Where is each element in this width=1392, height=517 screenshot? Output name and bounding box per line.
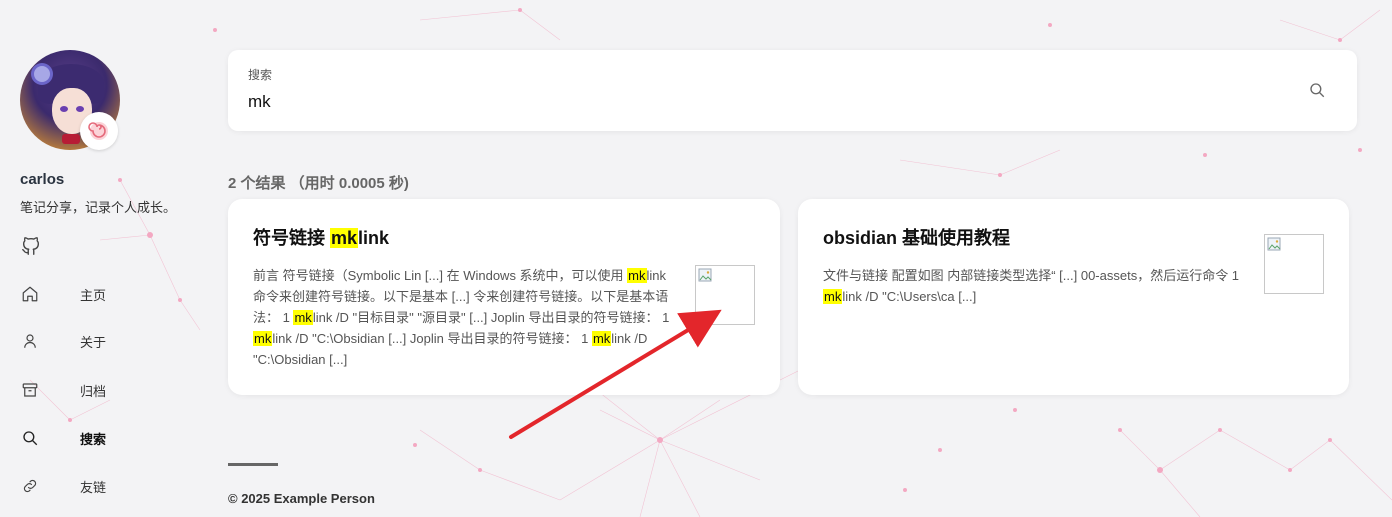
broken-image-icon <box>1267 237 1281 251</box>
nav-item-about[interactable]: 关于 <box>20 329 190 353</box>
highlight: mk <box>293 310 313 325</box>
nav-label: 关于 <box>80 334 107 350</box>
result-card[interactable]: obsidian 基础使用教程 文件与链接 配置如图 内部链接类型选择“ [..… <box>798 199 1349 395</box>
search-button[interactable] <box>1306 79 1328 101</box>
nav-item-search[interactable]: 搜索 <box>20 426 190 450</box>
search-icon <box>1310 83 1325 98</box>
search-icon <box>20 428 40 448</box>
search-input[interactable] <box>248 90 1248 114</box>
link-icon <box>20 476 40 496</box>
github-icon[interactable] <box>20 235 42 257</box>
result-thumbnail-broken[interactable] <box>1264 234 1324 294</box>
author-name: carlos <box>20 171 65 188</box>
nav-label: 友链 <box>80 479 107 495</box>
result-summary: 2 个结果 （用时 0.0005 秒) <box>228 175 409 192</box>
result-thumbnail-broken[interactable] <box>695 265 755 325</box>
broken-image-icon <box>698 268 712 282</box>
result-card[interactable]: 符号链接 mklink 前言 符号链接（Symbolic Lin [...] 在… <box>228 199 780 395</box>
highlight: mk <box>591 331 612 346</box>
highlight: mk <box>823 289 843 304</box>
sidebar: carlos 笔记分享，记录个人成长。 主页 关于 归档 搜索 友链 <box>0 0 200 517</box>
nav-label: 归档 <box>80 383 107 399</box>
result-excerpt: 前言 符号链接（Symbolic Lin [...] 在 Windows 系统中… <box>253 268 670 367</box>
user-icon <box>20 331 40 351</box>
nav-item-links[interactable]: 友链 <box>20 474 190 498</box>
nav-label: 主页 <box>80 287 107 303</box>
main-content: 搜索 2 个结果 （用时 0.0005 秒) 符号链接 mklink 前言 符号… <box>228 0 1358 517</box>
highlight: mk <box>330 228 359 248</box>
copyright: © 2025 Example Person <box>228 491 375 506</box>
result-excerpt: 文件与链接 配置如图 内部链接类型选择“ [...] 00-assets，然后运… <box>823 268 1240 304</box>
footer-divider <box>228 463 278 466</box>
page: carlos 笔记分享，记录个人成长。 主页 关于 归档 搜索 友链 搜索 mk… <box>0 0 1392 517</box>
search-label: 搜索 <box>248 68 273 82</box>
nav-item-archive[interactable]: 归档 <box>20 378 190 402</box>
highlight: mk <box>253 331 273 346</box>
avatar[interactable] <box>20 50 120 150</box>
nav-label: 搜索 <box>80 431 107 447</box>
highlight: mk <box>627 268 647 283</box>
result-title[interactable]: 符号链接 mklink <box>253 224 389 250</box>
archive-icon <box>20 380 40 400</box>
author-description: 笔记分享，记录个人成长。 <box>20 200 177 215</box>
result-title[interactable]: obsidian 基础使用教程 <box>823 224 1010 250</box>
nav-item-home[interactable]: 主页 <box>20 282 190 306</box>
search-box: 搜索 <box>228 50 1357 131</box>
home-icon <box>20 284 40 304</box>
swirl-emoji-icon <box>80 112 118 150</box>
